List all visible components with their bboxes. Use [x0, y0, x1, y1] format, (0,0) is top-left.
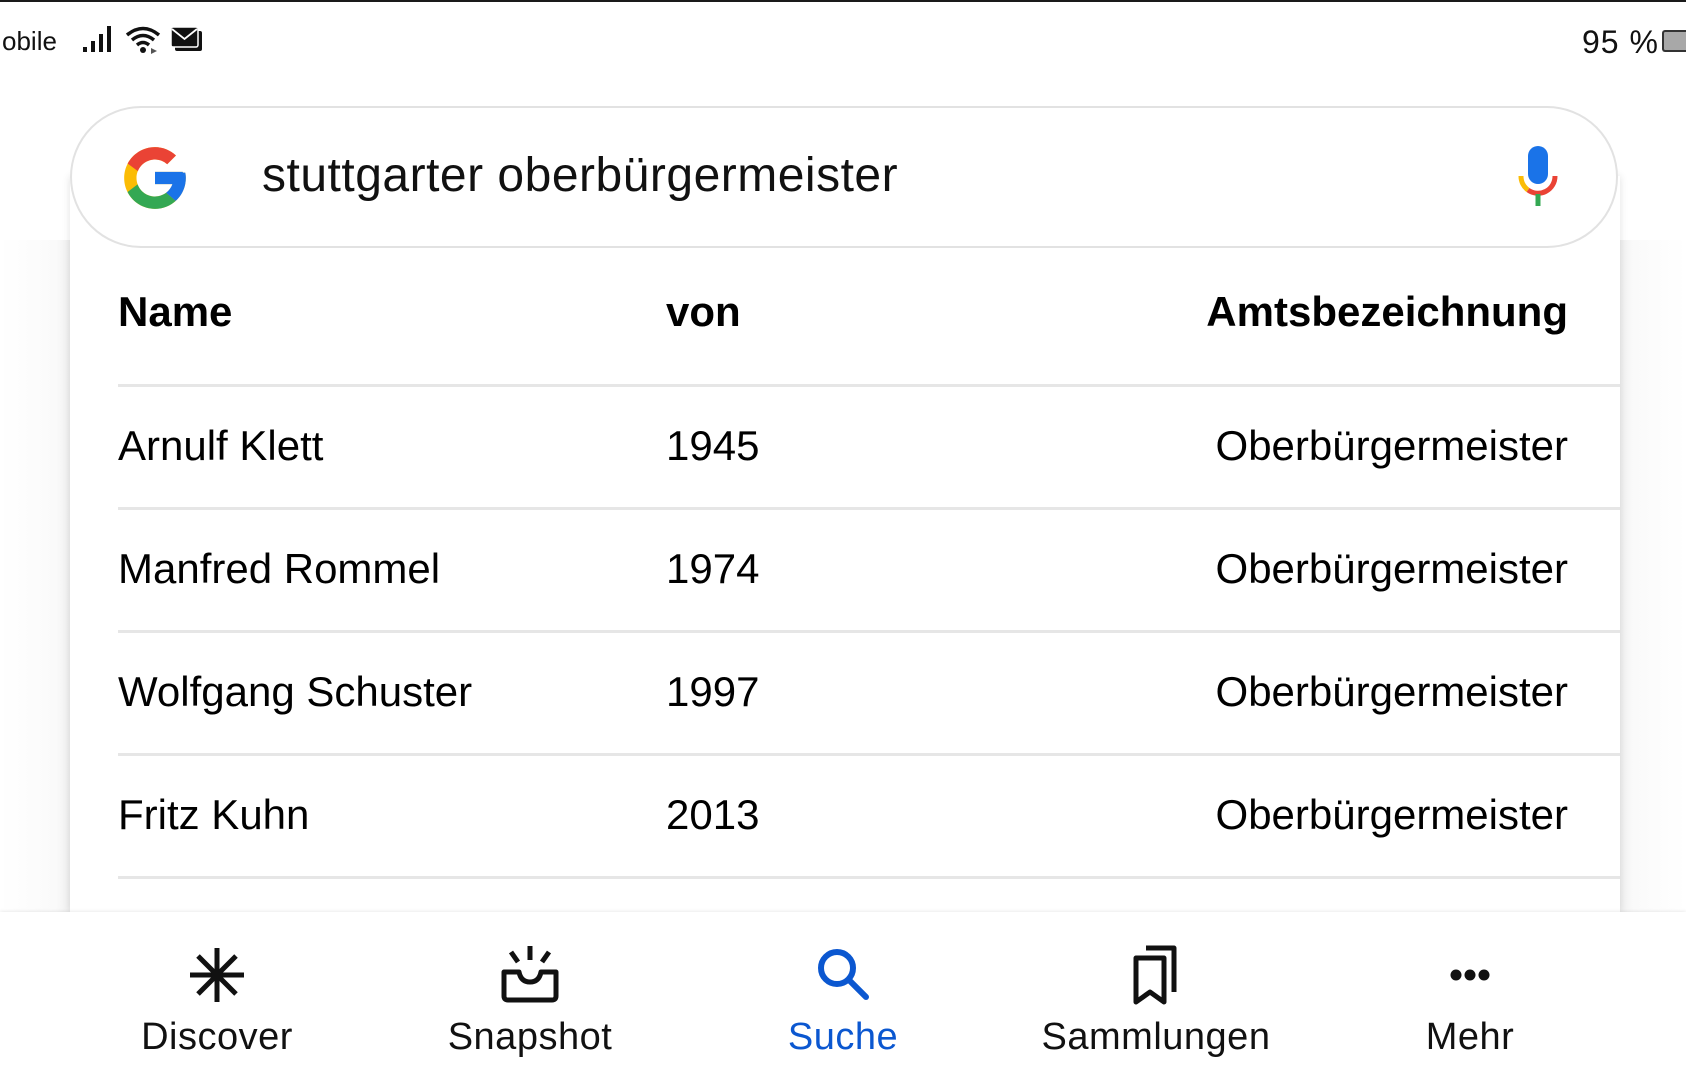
- cell-name: Arnulf Klett: [118, 422, 324, 469]
- nav-mehr[interactable]: Mehr: [1340, 912, 1600, 1080]
- nav-label: Sammlungen: [1041, 1016, 1271, 1058]
- header-von: von: [666, 288, 741, 335]
- search-icon: [818, 949, 869, 1000]
- results-table: Name von Amtsbezeichnung Arnulf Klett 19…: [118, 248, 1620, 879]
- header-amtsbezeichnung: Amtsbezeichnung: [1206, 288, 1568, 335]
- google-g-icon: [124, 147, 186, 209]
- asterisk-icon: [190, 948, 244, 1002]
- cell-von: 2013: [666, 791, 760, 838]
- nav-label: Suche: [787, 1016, 899, 1058]
- cell-von: 1945: [666, 422, 760, 469]
- cell-von: 1974: [666, 545, 760, 592]
- battery-percent: 95 %: [1582, 24, 1659, 60]
- search-input[interactable]: stuttgarter oberbürgermeister: [262, 148, 898, 203]
- cell-name: Fritz Kuhn: [118, 791, 310, 838]
- cell-name: Manfred Rommel: [118, 545, 441, 592]
- carrier-name: obile: [2, 26, 57, 56]
- nav-label: Snapshot: [447, 1016, 613, 1058]
- wifi-icon: [125, 26, 161, 54]
- nav-snapshot[interactable]: Snapshot: [400, 912, 660, 1080]
- nav-label: Mehr: [1425, 1016, 1515, 1058]
- cell-amtsbezeichnung: Oberbürgermeister: [1215, 422, 1568, 469]
- status-icons: [82, 24, 204, 54]
- table-row[interactable]: Fritz Kuhn 2013 Oberbürgermeister: [118, 756, 1620, 879]
- nav-suche[interactable]: Suche: [713, 912, 973, 1080]
- table-header: Name von Amtsbezeichnung: [118, 248, 1620, 387]
- header-name: Name: [118, 288, 233, 335]
- table-row[interactable]: Manfred Rommel 1974 Oberbürgermeister: [118, 510, 1620, 633]
- snapshot-icon: [501, 946, 559, 1003]
- table-row[interactable]: Arnulf Klett 1945 Oberbürgermeister: [118, 387, 1620, 510]
- cell-von: 1997: [666, 668, 760, 715]
- nav-label: Discover: [141, 1016, 293, 1058]
- mic-icon[interactable]: [1514, 144, 1562, 214]
- mail-icon: [170, 26, 202, 51]
- bottom-navigation: Discover Snapshot Suche Sammlungen Mehr: [0, 912, 1686, 1080]
- cell-amtsbezeichnung: Oberbürgermeister: [1215, 791, 1568, 838]
- status-bar: obile 95 %: [0, 0, 1686, 84]
- background-shade-left: [0, 240, 70, 912]
- signal-icon: [83, 26, 111, 52]
- battery-icon: [1662, 30, 1686, 52]
- cell-amtsbezeichnung: Oberbürgermeister: [1215, 545, 1568, 592]
- bookmarks-icon: [1133, 945, 1177, 1005]
- search-bar[interactable]: stuttgarter oberbürgermeister: [70, 106, 1618, 248]
- cell-name: Wolfgang Schuster: [118, 668, 473, 715]
- cell-amtsbezeichnung: Oberbürgermeister: [1215, 668, 1568, 715]
- table-row[interactable]: Wolfgang Schuster 1997 Oberbürgermeister: [118, 633, 1620, 756]
- background-shade-right: [1620, 240, 1686, 912]
- nav-sammlungen[interactable]: Sammlungen: [1026, 912, 1286, 1080]
- nav-discover[interactable]: Discover: [87, 912, 347, 1080]
- more-icon: [1450, 969, 1490, 981]
